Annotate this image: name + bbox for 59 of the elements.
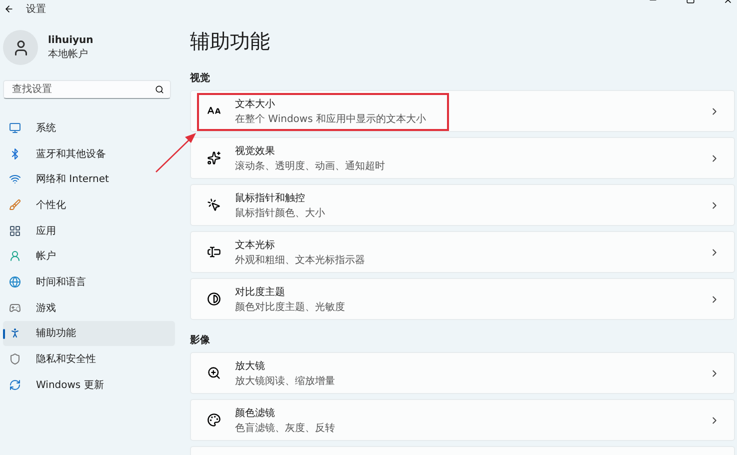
monitor-icon bbox=[9, 122, 21, 134]
nav-item[interactable]: 辅助功能 bbox=[3, 320, 175, 346]
search-icon[interactable] bbox=[155, 85, 164, 94]
settings-card[interactable]: 颜色滤镜 色盲滤镜、灰度、反转 bbox=[190, 399, 735, 441]
avatar bbox=[3, 30, 38, 65]
nav-item[interactable]: 帐户 bbox=[3, 243, 175, 270]
card-subtitle: 滚动条、透明度、动画、通知超时 bbox=[235, 160, 386, 172]
settings-card[interactable]: 对比度主题 颜色对比度主题、光敏度 bbox=[190, 278, 735, 320]
nav-item[interactable]: 隐私和安全性 bbox=[3, 346, 175, 372]
annotation-arrow bbox=[154, 132, 198, 174]
apps-icon bbox=[9, 224, 21, 237]
card-subtitle: 色盲滤镜、灰度、反转 bbox=[235, 422, 336, 434]
section-title: 影像 bbox=[190, 334, 211, 347]
nav-item[interactable]: 网络和 Internet bbox=[3, 166, 175, 192]
gamepad-icon bbox=[9, 302, 21, 314]
search-field[interactable]: 查找设置 bbox=[10, 83, 155, 96]
card-subtitle: 鼠标指针颜色、大小 bbox=[235, 206, 326, 220]
nav-item[interactable]: 个性化 bbox=[3, 192, 175, 218]
window-title: 设置 bbox=[26, 2, 46, 16]
card-title: 放大镜 bbox=[235, 360, 266, 372]
card-title: 颜色滤镜 bbox=[235, 406, 276, 420]
bluetooth-icon bbox=[9, 148, 21, 160]
card-title: 鼠标指针和触控 bbox=[235, 192, 306, 204]
settings-card[interactable]: 文本大小 在整个 Windows 和应用中显示的文本大小 bbox=[190, 90, 735, 132]
shield-icon bbox=[9, 353, 21, 366]
zoom-in-icon bbox=[207, 366, 221, 380]
back-icon[interactable] bbox=[4, 4, 14, 14]
settings-card[interactable]: 鼠标指针和触控 鼠标指针颜色、大小 bbox=[190, 184, 735, 226]
user-name: lihuiyun bbox=[48, 34, 94, 46]
nav-item[interactable]: 时间和语言 bbox=[3, 269, 175, 295]
text-cursor-icon bbox=[207, 245, 221, 259]
accessibility-icon bbox=[9, 327, 21, 340]
settings-card[interactable]: 放大镜 放大镜阅读、缩放增量 bbox=[190, 352, 735, 394]
search-box[interactable]: 查找设置 bbox=[3, 80, 171, 99]
nav-item[interactable]: Windows 更新 bbox=[3, 372, 175, 398]
card-subtitle: 外观和粗细、文本光标指示器 bbox=[235, 254, 366, 266]
card-title: 对比度主题 bbox=[235, 286, 286, 298]
section-title: 视觉 bbox=[190, 72, 211, 85]
card-title: 文本大小 bbox=[235, 98, 276, 110]
card-title: 视觉效果 bbox=[235, 144, 276, 158]
sparkle-icon bbox=[207, 151, 221, 165]
contrast-icon bbox=[207, 292, 221, 306]
refresh-icon bbox=[9, 378, 21, 391]
settings-card[interactable]: 文本光标 外观和粗细、文本光标指示器 bbox=[190, 231, 735, 273]
nav-item[interactable]: 蓝牙和其他设备 bbox=[3, 140, 175, 166]
card-subtitle: 在整个 Windows 和应用中显示的文本大小 bbox=[235, 112, 427, 126]
page-title: 辅助功能 bbox=[190, 28, 271, 55]
palette-icon bbox=[207, 413, 221, 427]
person-icon bbox=[9, 250, 21, 262]
nav-item[interactable]: 游戏 bbox=[3, 294, 175, 320]
nav-item[interactable]: 应用 bbox=[3, 218, 175, 244]
nav-item[interactable]: 系统 bbox=[3, 115, 175, 141]
globe-icon bbox=[9, 276, 21, 288]
card-subtitle: 放大镜阅读、缩放增量 bbox=[235, 374, 336, 388]
settings-card[interactable]: 视觉效果 滚动条、透明度、动画、通知超时 bbox=[190, 137, 735, 179]
card-title: 文本光标 bbox=[235, 238, 276, 252]
account-type: 本地帐户 bbox=[48, 48, 89, 60]
brush-icon bbox=[9, 198, 21, 211]
card-subtitle: 颜色对比度主题、光敏度 bbox=[235, 300, 346, 314]
